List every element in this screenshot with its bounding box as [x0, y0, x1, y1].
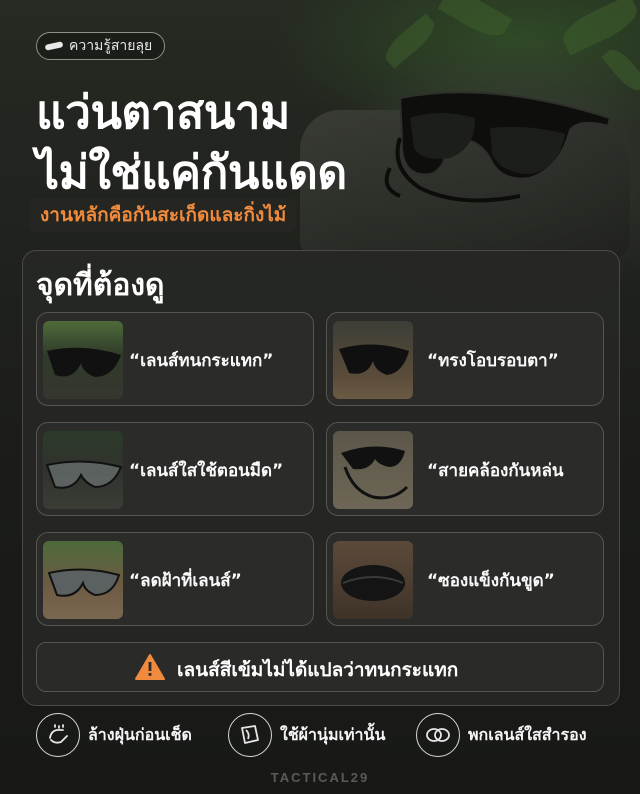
- spare-lens-icon: [416, 713, 460, 757]
- tip-item: ล้างฝุ่นก่อนเช็ด: [36, 710, 192, 760]
- anti-fog-thumbnail: [43, 541, 123, 619]
- checklist-label: “เลนส์ใสใช้ตอนมืด”: [129, 461, 284, 481]
- category-chip: ความรู้สายลุย: [36, 32, 166, 60]
- warning-banner: เลนส์สีเข้มไม่ได้แปลว่าทนกระแทก: [36, 642, 604, 692]
- checklist-label: “เลนส์ทนกระแทก”: [129, 351, 274, 371]
- checklist-label: “สายคล้องกันหล่น: [427, 461, 564, 481]
- checklist-card-anti-fog: “ลดฝ้าที่เลนส์”: [36, 532, 314, 626]
- wash-hands-icon: [36, 713, 80, 757]
- clear-lens-thumbnail: [43, 431, 123, 509]
- tip-label: ล้างฝุ่นก่อนเช็ด: [88, 724, 192, 744]
- checklist-label: “ลดฝ้าที่เลนส์”: [129, 571, 242, 591]
- checklist-title: จุดที่ต้องดู: [36, 268, 165, 303]
- wraparound-thumbnail: [333, 321, 413, 399]
- checklist-label: “ซองแข็งกันขูด”: [427, 571, 555, 591]
- page-subtitle: งานหลักคือกันสะเก็ดและกิ่งไม้: [30, 198, 297, 232]
- checklist-card-wraparound: “ทรงโอบรอบตา”: [326, 312, 604, 406]
- impact-lens-thumbnail: [43, 321, 123, 399]
- checklist-label: “ทรงโอบรอบตา”: [427, 351, 559, 371]
- tip-item: พกเลนส์ใสสำรอง: [416, 710, 587, 760]
- warning-triangle-icon: [135, 654, 165, 680]
- hero-glasses-image: [384, 91, 612, 203]
- tip-item: ใช้ผ้านุ่มเท่านั้น: [228, 710, 385, 760]
- checklist-card-strap: “สายคล้องกันหล่น: [326, 422, 604, 516]
- brand-watermark: TACTICAL29: [270, 770, 370, 785]
- tip-label: พกเลนส์ใสสำรอง: [468, 724, 587, 744]
- soft-cloth-icon: [228, 713, 272, 757]
- hard-case-thumbnail: [333, 541, 413, 619]
- checklist-card-hard-case: “ซองแข็งกันขูด”: [326, 532, 604, 626]
- checklist-card-clear-lens: “เลนส์ใสใช้ตอนมืด”: [36, 422, 314, 516]
- warning-text: เลนส์สีเข้มไม่ได้แปลว่าทนกระแทก: [177, 659, 459, 681]
- tip-label: ใช้ผ้านุ่มเท่านั้น: [280, 724, 386, 744]
- chip-label: ความรู้สายลุย: [69, 38, 153, 54]
- checklist-card-impact-lens: “เลนส์ทนกระแทก”: [36, 312, 314, 406]
- strap-thumbnail: [333, 431, 413, 509]
- chip-dash-icon: [44, 41, 64, 51]
